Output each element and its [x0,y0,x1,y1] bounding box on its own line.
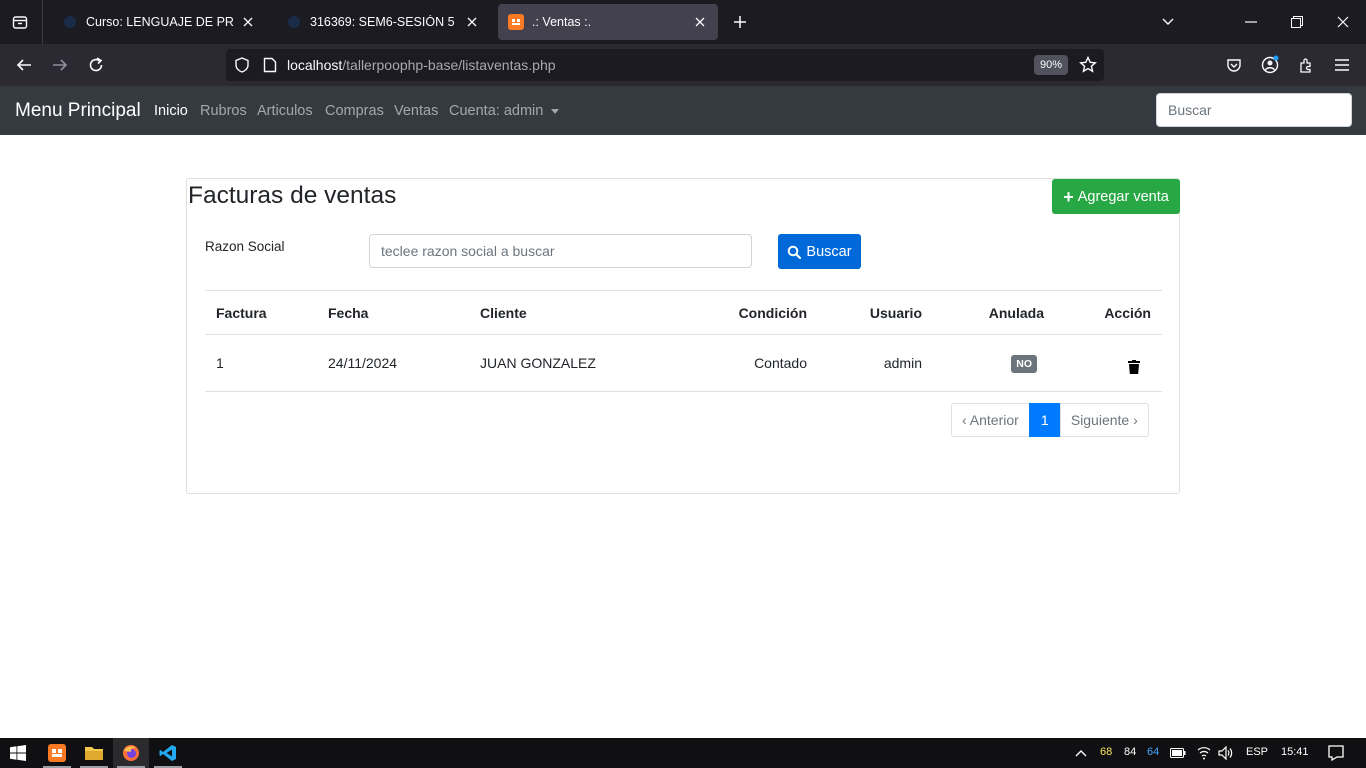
reload-icon[interactable] [82,51,110,79]
col-accion: Acción [1055,290,1162,335]
navbar-search-input[interactable] [1156,93,1352,127]
cell-factura: 1 [205,334,317,392]
nav-link-ventas[interactable]: Ventas [394,103,438,119]
nav-dropdown-cuenta[interactable]: Cuenta: admin [449,103,560,119]
pocket-icon[interactable] [1220,51,1248,79]
tray-overflow-icon[interactable] [1064,738,1098,768]
wifi-icon[interactable] [1192,738,1216,768]
sales-card: Facturas de ventas + Agregar venta Razon… [186,178,1180,494]
browser-tab-curso[interactable]: Curso: LENGUAJE DE PROGRAMACIÓN [52,4,266,40]
col-anulada: Anulada [933,290,1055,335]
account-icon[interactable] [1256,51,1284,79]
nav-dropdown-label: Cuenta: admin [449,103,544,119]
page-next[interactable]: Siguiente › [1059,403,1149,437]
browser-tab-sesion[interactable]: 316369: SEM6-SESIÓN 5 - TALLER [276,4,490,40]
search-button-label: Buscar [806,243,852,260]
menu-icon[interactable] [1328,51,1356,79]
url-text: localhost/tallerpoophp-base/listaventas.… [287,57,556,73]
app-navbar: Menu Principal Inicio Rubros Articulos C… [0,86,1366,135]
extensions-icon[interactable] [1292,51,1320,79]
firefox-app-icon[interactable] [113,738,149,768]
cell-accion [1055,334,1162,392]
nav-link-articulos[interactable]: Articulos [257,103,313,119]
page-title: Facturas de ventas [188,182,397,209]
search-button[interactable]: Buscar [778,234,861,269]
tab-title: Curso: LENGUAJE DE PROGRAMACIÓN [86,15,234,29]
page-current[interactable]: 1 [1028,403,1061,437]
vscode-app-icon[interactable] [150,738,186,768]
trash-icon[interactable] [1128,359,1140,374]
minimize-icon[interactable] [1228,0,1274,44]
cell-usuario: admin [818,334,933,392]
browser-tab-ventas[interactable]: .: Ventas :. [498,4,718,40]
col-factura: Factura [205,290,317,335]
battery-icon[interactable] [1166,738,1190,768]
zoom-level[interactable]: 90% [1034,55,1068,75]
dropdown-caret-icon [551,108,560,114]
nav-link-inicio[interactable]: Inicio [154,103,188,119]
table-row: 1 24/11/2024 JUAN GONZALEZ Contado admin… [205,334,1162,392]
pagination: ‹ Anterior 1 Siguiente › [951,403,1149,437]
clock[interactable]: 15:41 [1281,746,1309,758]
tab-list-icon[interactable] [6,8,34,36]
file-explorer-icon[interactable] [76,738,112,768]
close-tab-icon[interactable] [240,14,256,30]
page-prev[interactable]: ‹ Anterior [951,403,1030,437]
moodle-favicon-icon [62,14,78,30]
language-indicator[interactable]: ESP [1246,746,1268,758]
tray-value-3: 64 [1147,746,1160,758]
tab-separator [42,0,43,44]
nav-link-rubros[interactable]: Rubros [200,103,247,119]
close-tab-icon[interactable] [692,14,708,30]
close-tab-icon[interactable] [464,14,480,30]
back-icon[interactable] [10,51,38,79]
browser-toolbar: localhost/tallerpoophp-base/listaventas.… [0,44,1366,86]
cell-condicion: Contado [669,334,818,392]
url-host: localhost [287,57,343,73]
xampp-app-icon[interactable] [39,738,75,768]
razon-social-input[interactable] [369,234,752,268]
col-usuario: Usuario [818,290,933,335]
cell-anulada: NO [933,334,1055,392]
add-sale-button[interactable]: + Agregar venta [1052,179,1180,214]
url-path: /tallerpoophp-base/listaventas.php [342,57,556,73]
moodle-favicon-icon [286,14,302,30]
close-window-icon[interactable] [1320,0,1366,44]
tab-title: .: Ventas :. [532,15,592,29]
col-condicion: Condición [669,290,818,335]
status-badge: NO [1011,354,1037,373]
restore-icon[interactable] [1274,0,1320,44]
cell-cliente: JUAN GONZALEZ [469,334,669,392]
notifications-icon[interactable] [1318,738,1354,768]
browser-tab-bar: Curso: LENGUAJE DE PROGRAMACIÓN 316369: … [0,0,1366,44]
col-cliente: Cliente [469,290,669,335]
sales-table: Factura Fecha Cliente Condición Usuario … [205,290,1162,392]
razon-social-label: Razon Social [205,239,285,254]
tracking-protection-icon[interactable] [232,55,252,75]
tab-title: 316369: SEM6-SESIÓN 5 - TALLER [310,15,458,29]
forward-icon[interactable] [46,51,74,79]
xampp-favicon-icon [508,14,524,30]
address-bar[interactable]: localhost/tallerpoophp-base/listaventas.… [226,49,1104,81]
windows-start-icon[interactable] [0,738,36,768]
bookmark-star-icon[interactable] [1076,53,1100,77]
volume-icon[interactable] [1214,738,1238,768]
tray-value-1: 68 [1100,746,1113,758]
search-icon [788,245,802,259]
new-tab-icon[interactable] [728,8,752,36]
table-header-row: Factura Fecha Cliente Condición Usuario … [205,290,1162,335]
nav-link-compras[interactable]: Compras [325,103,384,119]
windows-taskbar: 68 84 64 ESP 15:41 [0,738,1366,768]
cell-fecha: 24/11/2024 [317,334,469,392]
page-info-icon[interactable] [260,55,280,75]
tray-value-2: 84 [1124,746,1137,758]
list-all-tabs-icon[interactable] [1145,0,1191,44]
navbar-brand[interactable]: Menu Principal [15,100,141,122]
add-sale-label: Agregar venta [1077,188,1169,205]
plus-icon: + [1063,186,1074,207]
col-fecha: Fecha [317,290,469,335]
